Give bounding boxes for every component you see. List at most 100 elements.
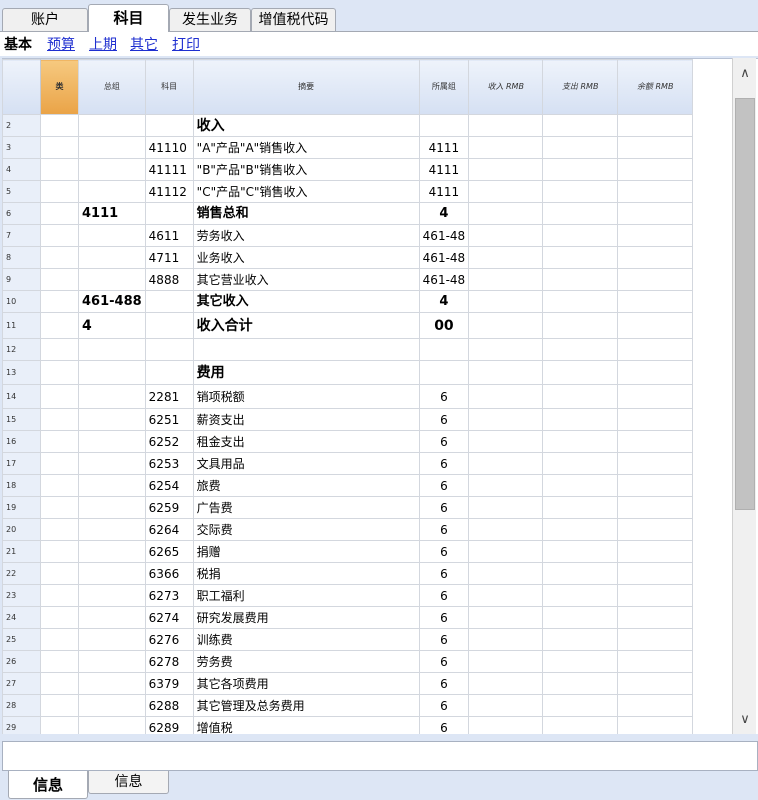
account-cell[interactable]: 6251 xyxy=(144,408,194,431)
income-cell[interactable] xyxy=(468,562,544,585)
expense-cell[interactable] xyxy=(542,430,619,453)
sum-in-cell[interactable]: 4111 xyxy=(78,202,146,225)
description-cell[interactable]: 旅费 xyxy=(192,474,420,497)
table-row[interactable]: 6 4111 销售总和 4 xyxy=(2,202,694,225)
belongs-to-cell[interactable]: 6 xyxy=(418,540,470,563)
income-cell[interactable] xyxy=(468,114,544,137)
group-cell[interactable] xyxy=(40,628,79,651)
sum-in-cell[interactable] xyxy=(78,496,146,519)
expense-cell[interactable] xyxy=(542,384,619,409)
expense-cell[interactable] xyxy=(542,518,619,541)
belongs-to-cell[interactable]: 4 xyxy=(418,202,470,225)
sum-in-cell[interactable] xyxy=(78,158,146,181)
table-row[interactable]: 14 2281 销项税额 6 xyxy=(2,384,694,409)
col-header-income[interactable]: 收入 RMB xyxy=(468,59,544,115)
expense-cell[interactable] xyxy=(542,628,619,651)
sum-in-cell[interactable] xyxy=(78,716,146,734)
belongs-to-cell[interactable]: 4111 xyxy=(418,136,470,159)
income-cell[interactable] xyxy=(468,540,544,563)
sum-in-cell[interactable] xyxy=(78,606,146,629)
group-cell[interactable] xyxy=(40,290,79,313)
expense-cell[interactable] xyxy=(542,312,619,339)
table-row[interactable]: 26 6278 劳务费 6 xyxy=(2,650,694,673)
table-row[interactable]: 4 41111 "B"产品"B"销售收入 4111 xyxy=(2,158,694,181)
account-cell[interactable]: 4611 xyxy=(144,224,194,247)
account-cell[interactable]: 41110 xyxy=(144,136,194,159)
account-cell[interactable]: 6264 xyxy=(144,518,194,541)
sum-in-cell[interactable]: 4 xyxy=(78,312,146,339)
group-cell[interactable] xyxy=(40,496,79,519)
tab-accounts[interactable]: 账户 xyxy=(2,8,88,31)
balance-cell[interactable] xyxy=(617,628,694,651)
balance-cell[interactable] xyxy=(617,158,694,181)
income-cell[interactable] xyxy=(468,606,544,629)
description-cell[interactable]: 其它营业收入 xyxy=(192,268,420,291)
balance-cell[interactable] xyxy=(617,584,694,607)
group-cell[interactable] xyxy=(40,338,79,361)
sum-in-cell[interactable] xyxy=(78,360,146,385)
tab-categories[interactable]: 科目 xyxy=(88,4,169,32)
table-row[interactable]: 18 6254 旅费 6 xyxy=(2,474,694,497)
income-cell[interactable] xyxy=(468,158,544,181)
balance-cell[interactable] xyxy=(617,312,694,339)
sum-in-cell[interactable]: 461-488 xyxy=(78,290,146,313)
description-cell[interactable]: "A"产品"A"销售收入 xyxy=(192,136,420,159)
account-cell[interactable]: 6252 xyxy=(144,430,194,453)
table-row[interactable]: 9 4888 其它营业收入 461-48 xyxy=(2,268,694,291)
account-cell[interactable] xyxy=(144,114,194,137)
belongs-to-cell[interactable]: 6 xyxy=(418,496,470,519)
sum-in-cell[interactable] xyxy=(78,694,146,717)
expense-cell[interactable] xyxy=(542,136,619,159)
table-row[interactable]: 7 4611 劳务收入 461-48 xyxy=(2,224,694,247)
tab-transactions[interactable]: 发生业务 xyxy=(169,8,251,31)
expense-cell[interactable] xyxy=(542,158,619,181)
income-cell[interactable] xyxy=(468,384,544,409)
balance-cell[interactable] xyxy=(617,360,694,385)
view-other[interactable]: 其它 xyxy=(130,36,158,54)
account-cell[interactable]: 4888 xyxy=(144,268,194,291)
balance-cell[interactable] xyxy=(617,496,694,519)
view-previous-year[interactable]: 上期 xyxy=(89,36,117,54)
col-header-balance[interactable]: 余额 RMB xyxy=(617,59,694,115)
col-header-expense[interactable]: 支出 RMB xyxy=(542,59,619,115)
group-cell[interactable] xyxy=(40,202,79,225)
table-row[interactable]: 13 费用 xyxy=(2,360,694,385)
expense-cell[interactable] xyxy=(542,474,619,497)
description-cell[interactable]: 研究发展费用 xyxy=(192,606,420,629)
description-cell[interactable]: 训练费 xyxy=(192,628,420,651)
group-cell[interactable] xyxy=(40,114,79,137)
account-cell[interactable]: 6259 xyxy=(144,496,194,519)
account-cell[interactable]: 6274 xyxy=(144,606,194,629)
expense-cell[interactable] xyxy=(542,408,619,431)
account-cell[interactable]: 6288 xyxy=(144,694,194,717)
income-cell[interactable] xyxy=(468,672,544,695)
table-row[interactable]: 20 6264 交际费 6 xyxy=(2,518,694,541)
income-cell[interactable] xyxy=(468,312,544,339)
belongs-to-cell[interactable]: 4 xyxy=(418,290,470,313)
description-cell[interactable]: 广告费 xyxy=(192,496,420,519)
income-cell[interactable] xyxy=(468,452,544,475)
group-cell[interactable] xyxy=(40,158,79,181)
belongs-to-cell[interactable]: 6 xyxy=(418,408,470,431)
balance-cell[interactable] xyxy=(617,518,694,541)
balance-cell[interactable] xyxy=(617,716,694,734)
belongs-to-cell[interactable]: 6 xyxy=(418,384,470,409)
belongs-to-cell[interactable] xyxy=(418,114,470,137)
belongs-to-cell[interactable]: 6 xyxy=(418,430,470,453)
account-cell[interactable] xyxy=(144,360,194,385)
balance-cell[interactable] xyxy=(617,606,694,629)
expense-cell[interactable] xyxy=(542,672,619,695)
balance-cell[interactable] xyxy=(617,650,694,673)
expense-cell[interactable] xyxy=(542,540,619,563)
table-row[interactable]: 22 6366 税捐 6 xyxy=(2,562,694,585)
expense-cell[interactable] xyxy=(542,268,619,291)
belongs-to-cell[interactable]: 4111 xyxy=(418,158,470,181)
balance-cell[interactable] xyxy=(617,180,694,203)
expense-cell[interactable] xyxy=(542,202,619,225)
group-cell[interactable] xyxy=(40,136,79,159)
description-cell[interactable]: 其它收入 xyxy=(192,290,420,313)
account-cell[interactable]: 6289 xyxy=(144,716,194,734)
expense-cell[interactable] xyxy=(542,562,619,585)
sum-in-cell[interactable] xyxy=(78,518,146,541)
group-cell[interactable] xyxy=(40,584,79,607)
